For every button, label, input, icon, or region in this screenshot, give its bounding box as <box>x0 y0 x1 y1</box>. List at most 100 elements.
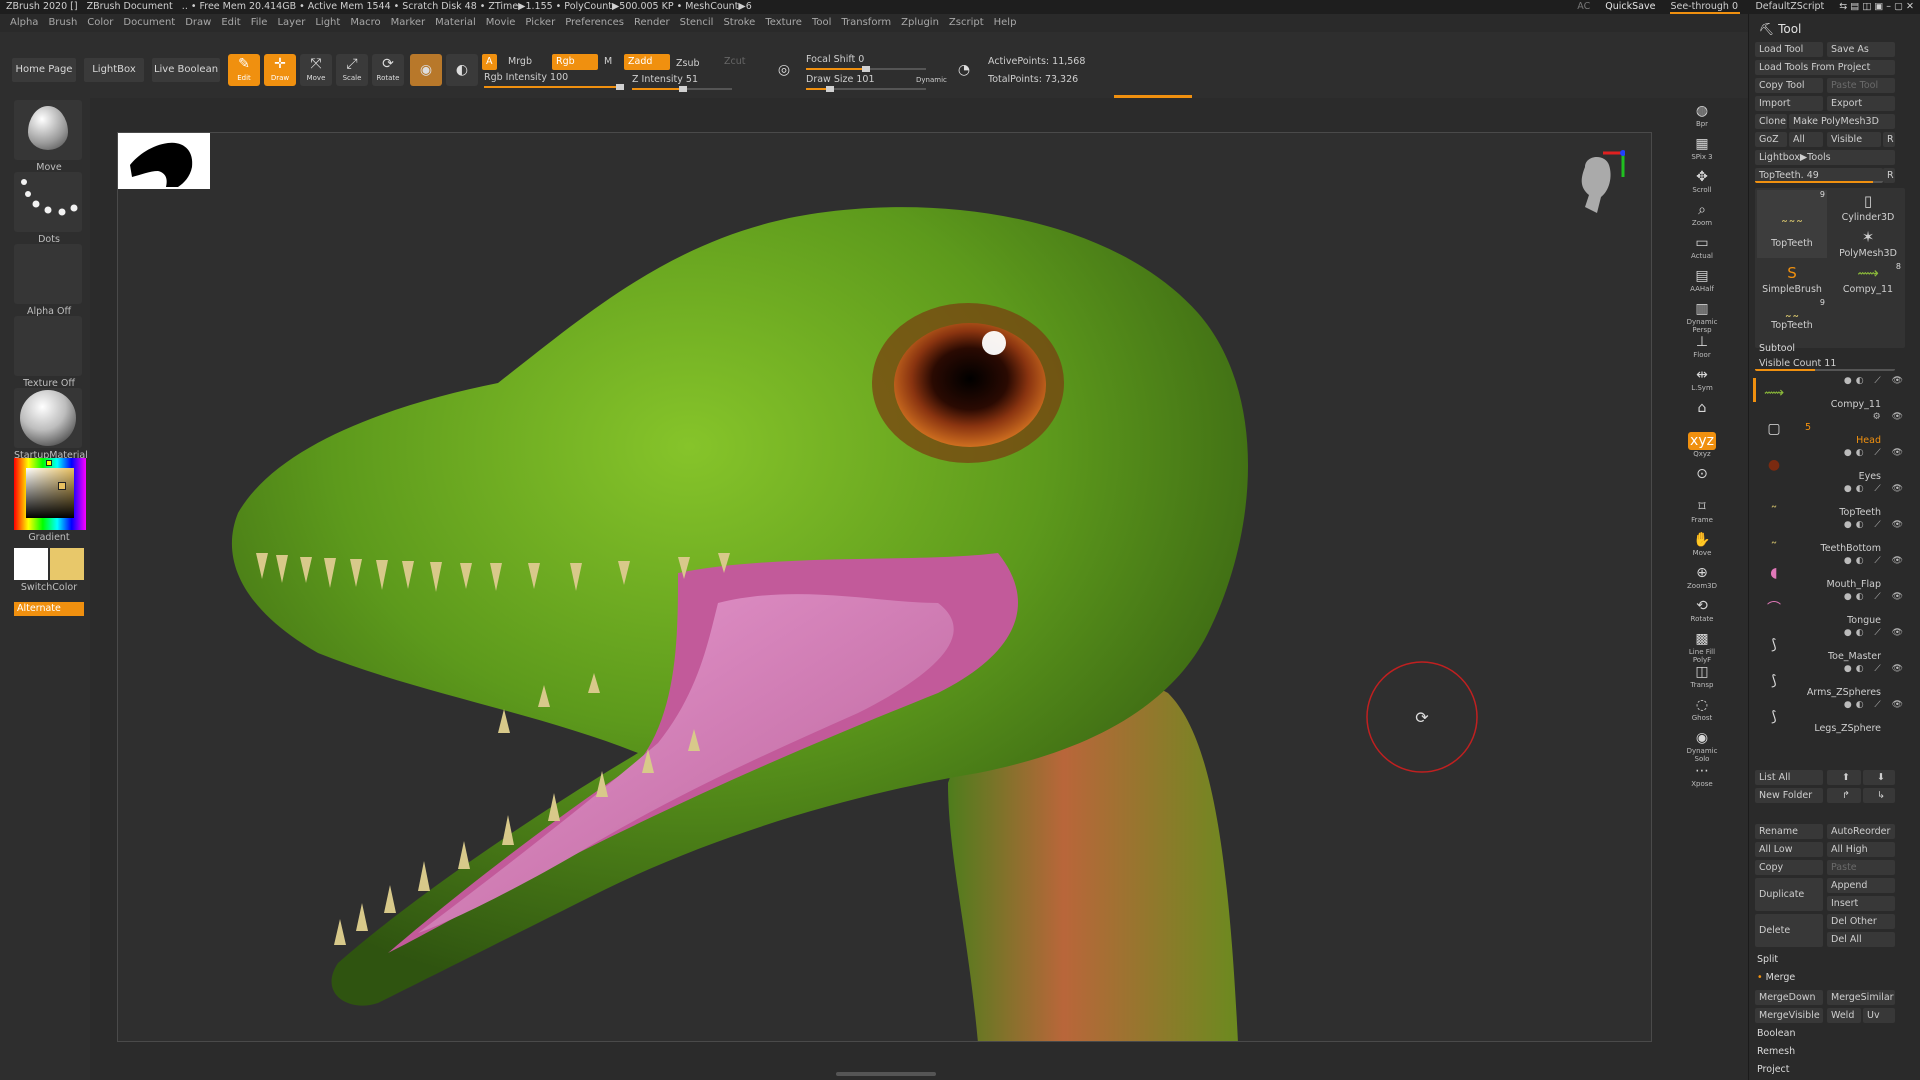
all-low-button[interactable]: All Low <box>1755 842 1823 857</box>
menu-zscript[interactable]: Zscript <box>949 17 984 28</box>
menu-layer[interactable]: Layer <box>277 17 305 28</box>
subtool-row[interactable]: ˷ ●◐ ⟋ 👁 TeethBottom <box>1759 518 1911 554</box>
tool-thumb-topteeth-2[interactable]: 9 ˷˷ TopTeeth <box>1757 298 1827 334</box>
a-toggle[interactable]: A <box>482 54 497 70</box>
subtool-row[interactable]: ⌒ ●◐ ⟋ 👁 Tongue <box>1759 590 1911 626</box>
append-button[interactable]: Append <box>1827 878 1895 893</box>
menu-file[interactable]: File <box>251 17 268 28</box>
subtool-visibility-icon[interactable]: ●◐ ⟋ 👁 <box>1844 556 1907 566</box>
right-shelf-button-12[interactable]: ⌑ Frame <box>1684 498 1720 528</box>
right-shelf-button-13[interactable]: ✋ Move <box>1684 531 1720 561</box>
stroke-slot[interactable]: Dots <box>14 172 84 245</box>
window-icons[interactable]: ⇆ ▤ ◫ ▣ – ▢ ✕ <box>1839 1 1914 12</box>
project-section[interactable]: Project <box>1757 1064 1790 1075</box>
goz-all-button[interactable]: All <box>1789 132 1823 147</box>
zadd-toggle[interactable]: Zadd <box>624 54 670 70</box>
right-shelf-button-8[interactable]: ⇹ L.Sym <box>1684 366 1720 396</box>
right-shelf-button-20[interactable]: ⋯ Xpose <box>1684 762 1720 792</box>
subtool-row[interactable]: ⟆ ●◐ ⟋ 👁 Legs_ZSphere <box>1759 698 1911 734</box>
brush-slot[interactable]: Move <box>14 100 84 173</box>
material-sphere-button[interactable]: ◉ <box>410 54 442 86</box>
copy-subtool-button[interactable]: Copy <box>1755 860 1823 875</box>
menu-light[interactable]: Light <box>315 17 340 28</box>
right-shelf-button-10[interactable]: xyz Qxyz <box>1684 432 1720 462</box>
right-shelf-button-7[interactable]: ⊥ Floor <box>1684 333 1720 363</box>
right-shelf-button-9[interactable]: ⌂ <box>1684 399 1720 429</box>
merge-down-button[interactable]: MergeDown <box>1755 990 1823 1005</box>
copy-tool-button[interactable]: Copy Tool <box>1755 78 1823 93</box>
right-shelf-button-18[interactable]: ◌ Ghost <box>1684 696 1720 726</box>
menu-macro[interactable]: Macro <box>350 17 380 28</box>
merge-similar-button[interactable]: MergeSimilar <box>1827 990 1895 1005</box>
split-section[interactable]: Split <box>1757 954 1778 965</box>
subtool-visibility-icon[interactable]: ⚙ 👁 <box>1873 412 1907 422</box>
right-shelf-button-15[interactable]: ⟲ Rotate <box>1684 597 1720 627</box>
scale-button[interactable]: ⤢ Scale <box>336 54 368 86</box>
menu-preferences[interactable]: Preferences <box>565 17 624 28</box>
tool-thumb-polymesh3d[interactable]: ✶ PolyMesh3D <box>1833 226 1903 262</box>
secondary-color-swatch[interactable] <box>50 548 84 580</box>
folder-in-button[interactable]: ↱ <box>1827 788 1861 803</box>
lightbox-tools-button[interactable]: Lightbox▶Tools <box>1755 150 1895 165</box>
subtool-visibility-icon[interactable]: ●◐ ⟋ 👁 <box>1844 520 1907 530</box>
model-render[interactable]: ⟳ <box>118 133 1652 1042</box>
quicksave-button[interactable]: QuickSave <box>1605 1 1655 12</box>
subtool-row[interactable]: ⟆ ●◐ ⟋ 👁 Arms_ZSpheres <box>1759 662 1911 698</box>
draw-button[interactable]: ✛ Draw <box>264 54 296 86</box>
mrgb-toggle[interactable]: Mrgb <box>504 54 536 70</box>
rgb-toggle[interactable]: Rgb <box>552 54 598 70</box>
material-slot[interactable]: StartupMaterial <box>14 388 88 461</box>
current-tool-slider[interactable]: TopTeeth. 49 <box>1755 168 1883 183</box>
export-button[interactable]: Export <box>1827 96 1895 111</box>
insert-button[interactable]: Insert <box>1827 896 1895 911</box>
list-all-button[interactable]: List All <box>1755 770 1823 785</box>
clone-button[interactable]: Clone <box>1755 114 1787 129</box>
texture-slot[interactable]: Texture Off <box>14 316 84 389</box>
zcut-toggle[interactable]: Zcut <box>720 54 749 70</box>
see-through-slider[interactable]: See-through 0 <box>1670 1 1741 14</box>
color-picker[interactable]: Gradient <box>14 458 86 543</box>
menu-transform[interactable]: Transform <box>841 17 891 28</box>
subtool-row[interactable]: ◖ ●◐ ⟋ 👁 Mouth_Flap <box>1759 554 1911 590</box>
subtool-visibility-icon[interactable]: ●◐ ⟋ 👁 <box>1844 448 1907 458</box>
dynamic-size-button[interactable]: ◔ <box>952 60 976 84</box>
move-up-button[interactable]: ⬆ <box>1827 770 1861 785</box>
color-square[interactable] <box>26 468 74 518</box>
tool-thumb-simplebrush[interactable]: S SimpleBrush <box>1757 262 1827 298</box>
switch-color[interactable]: SwitchColor <box>14 548 84 593</box>
menu-stencil[interactable]: Stencil <box>680 17 714 28</box>
paste-tool-button[interactable]: Paste Tool <box>1827 78 1895 93</box>
right-shelf-button-6[interactable]: ▥ Dynamic Persp <box>1684 300 1720 334</box>
uv-button[interactable]: Uv <box>1863 1008 1895 1023</box>
default-zscript-button[interactable]: DefaultZScript <box>1755 1 1824 12</box>
menu-material[interactable]: Material <box>435 17 476 28</box>
del-all-button[interactable]: Del All <box>1827 932 1895 947</box>
subtool-row[interactable]: ⟿ ●◐ ⟋ 👁 Compy_11 <box>1753 374 1911 410</box>
subtool-row[interactable]: ▢ ⚙ 👁 Head <box>1759 410 1911 446</box>
alpha-slot[interactable]: Alpha Off <box>14 244 84 317</box>
folder-out-button[interactable]: ↳ <box>1863 788 1895 803</box>
subtool-visibility-icon[interactable]: ●◐ ⟋ 👁 <box>1844 700 1907 710</box>
move-down-button[interactable]: ⬇ <box>1863 770 1895 785</box>
draw-size-slider[interactable]: Draw Size 101 <box>806 74 926 92</box>
subtool-visibility-icon[interactable]: ●◐ ⟋ 👁 <box>1844 484 1907 494</box>
menu-movie[interactable]: Movie <box>486 17 516 28</box>
m-toggle[interactable]: M <box>600 54 616 70</box>
goz-r-button[interactable]: R <box>1883 132 1895 147</box>
menu-tool[interactable]: Tool <box>812 17 831 28</box>
duplicate-button[interactable]: Duplicate <box>1755 878 1823 911</box>
lightbox-button[interactable]: LightBox <box>84 58 144 82</box>
right-shelf-button-16[interactable]: ▩ Line Fill PolyF <box>1684 630 1720 664</box>
menu-picker[interactable]: Picker <box>525 17 555 28</box>
menu-stroke[interactable]: Stroke <box>723 17 755 28</box>
goz-visible-button[interactable]: Visible <box>1827 132 1881 147</box>
document-canvas[interactable]: ⟳ <box>117 132 1652 1042</box>
menu-zplugin[interactable]: Zplugin <box>901 17 939 28</box>
focal-shift-slider[interactable]: Focal Shift 0 <box>806 54 926 72</box>
right-shelf-button-4[interactable]: ▭ Actual <box>1684 234 1720 264</box>
z-intensity-slider[interactable]: Z Intensity 51 <box>632 74 732 92</box>
dynamic-toggle[interactable]: Dynamic <box>912 72 951 88</box>
merge-section[interactable]: • Merge <box>1757 972 1795 983</box>
tool-thumb-cylinder3d[interactable]: ▯ Cylinder3D <box>1833 190 1903 226</box>
zsub-toggle[interactable]: Zsub <box>672 56 704 72</box>
